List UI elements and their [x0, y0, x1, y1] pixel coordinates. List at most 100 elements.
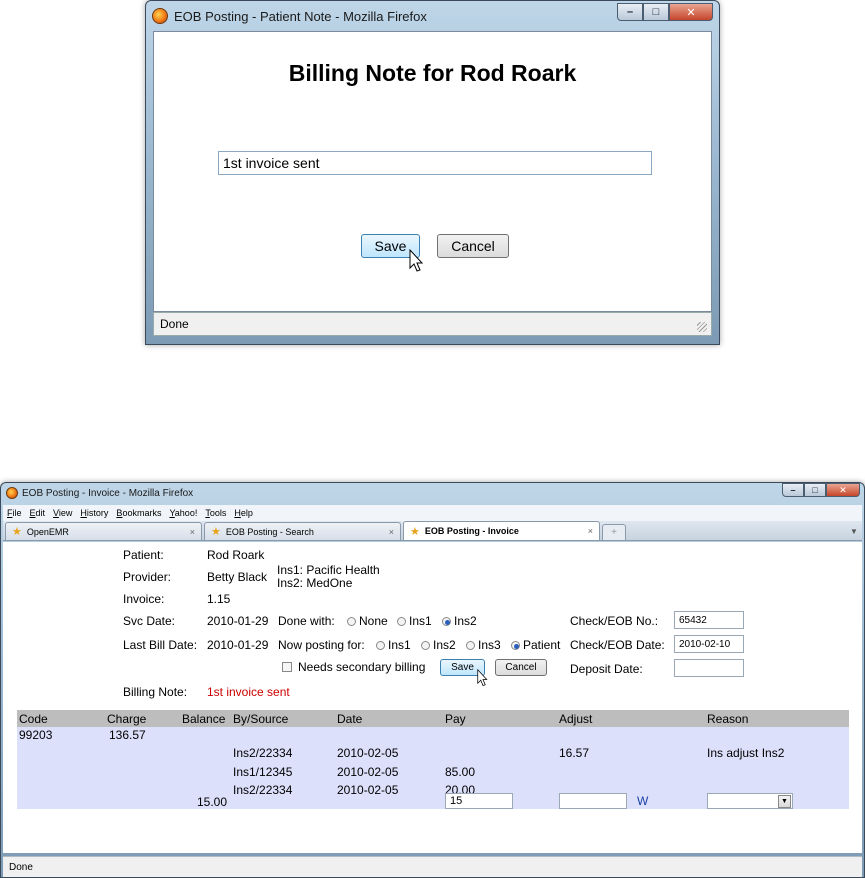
date-value: 2010-02-05: [337, 765, 399, 779]
minimize-icon[interactable]: –: [782, 483, 804, 497]
done-with-label: Done with:: [278, 614, 335, 628]
menu-yahoo[interactable]: Yahoo!: [169, 508, 197, 518]
tab-label: EOB Posting - Search: [225, 526, 314, 537]
firefox-icon: [152, 8, 168, 24]
menu-tools[interactable]: Tools: [205, 508, 226, 518]
ins2-value: Ins2: MedOne: [277, 576, 353, 590]
posting-for-ins1[interactable]: Ins1: [376, 638, 411, 652]
maximize-icon[interactable]: □: [804, 483, 826, 497]
menu-bookmarks[interactable]: Bookmarks: [116, 508, 161, 518]
col-balance: Balance: [182, 712, 226, 726]
invoice-window: EOB Posting - Invoice - Mozilla Firefox …: [0, 482, 865, 878]
pay-value: 85.00: [445, 765, 476, 779]
popup-window-title: EOB Posting - Patient Note - Mozilla Fir…: [174, 8, 427, 24]
check-eob-no-input[interactable]: [674, 611, 744, 629]
mouse-pointer-icon: [409, 249, 424, 272]
patient-value: Rod Roark: [207, 548, 265, 562]
adjust-value: 16.57: [559, 746, 590, 760]
col-adjust: Adjust: [559, 712, 593, 726]
charge-value: 136.57: [109, 728, 146, 742]
billing-note-value: 1st invoice sent: [207, 685, 290, 699]
tab-label: OpenEMR: [26, 526, 69, 537]
done-with-ins1[interactable]: Ins1: [397, 614, 432, 628]
menu-file[interactable]: File: [7, 508, 22, 518]
minimize-icon[interactable]: –: [617, 3, 643, 21]
posting-for-label: Now posting for:: [278, 638, 365, 652]
adjust-input[interactable]: [559, 793, 627, 809]
posting-for-ins2[interactable]: Ins2: [421, 638, 456, 652]
posting-for-ins3[interactable]: Ins3: [466, 638, 501, 652]
write-off-link[interactable]: W: [637, 794, 648, 808]
menu-help[interactable]: Help: [234, 508, 253, 518]
table-header: Code Charge Balance By/Source Date Pay A…: [17, 710, 849, 727]
source-value: Ins1/12345: [233, 765, 293, 779]
needs-secondary-checkbox[interactable]: [282, 662, 292, 672]
tab-openemr[interactable]: ★ OpenEMR ×: [5, 522, 202, 540]
billing-note-heading: Billing Note for Rod Roark: [288, 60, 577, 86]
new-tab-button[interactable]: +: [602, 524, 626, 540]
tab-close-icon[interactable]: ×: [190, 527, 195, 537]
tab-close-icon[interactable]: ×: [389, 527, 394, 537]
invoice-label: Invoice:: [123, 592, 165, 606]
billing-note-label: Billing Note:: [123, 685, 188, 699]
deposit-date-input[interactable]: [674, 659, 744, 677]
provider-value: Betty Black: [207, 570, 268, 584]
reason-value: Ins adjust Ins2: [707, 746, 785, 760]
check-eob-date-label: Check/EOB Date:: [570, 638, 665, 652]
close-icon[interactable]: ✕: [669, 3, 713, 21]
radio-icon: [397, 617, 406, 626]
main-status-text: Done: [9, 861, 33, 873]
invoice-value: 1.15: [207, 592, 231, 606]
maximize-icon[interactable]: □: [643, 3, 669, 21]
col-reason: Reason: [707, 712, 749, 726]
balance-value: 15.00: [197, 795, 228, 809]
date-value: 2010-02-05: [337, 783, 399, 797]
menu-edit[interactable]: Edit: [30, 508, 46, 518]
source-value: Ins2/22334: [233, 783, 293, 797]
popup-cancel-button[interactable]: Cancel: [437, 234, 509, 258]
svc-date-value: 2010-01-29: [207, 614, 269, 628]
popup-titlebar: EOB Posting - Patient Note - Mozilla Fir…: [146, 1, 719, 31]
tab-list-icon[interactable]: ▼: [848, 524, 860, 538]
reason-select[interactable]: ▼: [707, 793, 793, 809]
done-with-none[interactable]: None: [347, 614, 388, 628]
col-date: Date: [337, 712, 363, 726]
deposit-date-label: Deposit Date:: [570, 662, 643, 676]
provider-label: Provider:: [123, 570, 172, 584]
check-eob-date-input[interactable]: [674, 635, 744, 653]
patient-note-window: EOB Posting - Patient Note - Mozilla Fir…: [145, 0, 720, 345]
main-status-bar: Done: [3, 856, 862, 877]
cancel-button[interactable]: Cancel: [495, 659, 547, 676]
posting-for-patient[interactable]: Patient: [511, 638, 560, 652]
radio-selected-icon: [442, 617, 451, 626]
source-value: Ins2/22334: [233, 746, 293, 760]
menu-history[interactable]: History: [80, 508, 108, 518]
pay-input[interactable]: [445, 793, 513, 809]
invoice-page: Patient: Rod Roark Provider: Betty Black…: [3, 542, 862, 853]
last-bill-date-label: Last Bill Date:: [123, 638, 198, 652]
tab-eob-search[interactable]: ★ EOB Posting - Search ×: [204, 522, 401, 540]
close-icon[interactable]: ✕: [826, 483, 860, 497]
resize-grip-icon[interactable]: [697, 322, 707, 332]
date-value: 2010-02-05: [337, 746, 399, 760]
done-with-ins2[interactable]: Ins2: [442, 614, 477, 628]
svc-date-label: Svc Date:: [123, 614, 176, 628]
chevron-down-icon: ▼: [778, 795, 791, 808]
main-window-controls: – □ ✕: [782, 483, 860, 497]
tab-eob-invoice[interactable]: ★ EOB Posting - Invoice ×: [403, 521, 600, 540]
col-charge: Charge: [107, 712, 147, 726]
tab-close-icon[interactable]: ×: [588, 526, 593, 536]
popup-window-controls: – □ ✕: [617, 3, 713, 21]
firefox-icon: [6, 487, 18, 499]
star-icon: ★: [410, 525, 420, 538]
popup-status-text: Done: [160, 317, 189, 331]
popup-status-bar: Done: [153, 312, 712, 336]
popup-content: Billing Note for Rod Roark Save Cancel: [153, 31, 712, 312]
billing-note-input[interactable]: [218, 151, 652, 175]
col-code: Code: [19, 712, 48, 726]
tab-bar: ★ OpenEMR × ★ EOB Posting - Search × ★ E…: [3, 521, 862, 541]
check-eob-no-label: Check/EOB No.:: [570, 614, 659, 628]
star-icon: ★: [211, 526, 221, 538]
star-icon: ★: [12, 526, 22, 538]
menu-view[interactable]: View: [53, 508, 72, 518]
